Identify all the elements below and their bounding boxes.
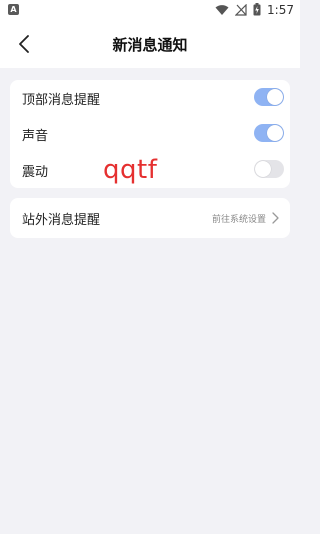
setting-row-top-notification: 顶部消息提醒 bbox=[10, 80, 290, 116]
status-icons: 1:57 bbox=[215, 2, 294, 18]
setting-label: 顶部消息提醒 bbox=[22, 93, 101, 108]
battery-charging-icon bbox=[253, 1, 261, 20]
status-time: 1:57 bbox=[267, 3, 294, 17]
external-notification-row[interactable]: 站外消息提醒 前往系统设置 bbox=[10, 198, 290, 238]
wifi-icon bbox=[215, 1, 229, 20]
page-title: 新消息通知 bbox=[112, 36, 188, 54]
external-notification-label: 站外消息提醒 bbox=[22, 213, 101, 228]
toggle-knob bbox=[255, 161, 271, 177]
chevron-right-icon bbox=[272, 212, 279, 224]
top-notification-toggle[interactable] bbox=[254, 88, 284, 106]
sound-toggle[interactable] bbox=[254, 124, 284, 142]
system-settings-link-text: 前往系统设置 bbox=[211, 215, 266, 225]
header: 新消息通知 bbox=[0, 20, 300, 68]
signal-off-icon bbox=[234, 1, 247, 20]
toggle-knob bbox=[267, 125, 283, 141]
a-app-icon: A bbox=[8, 4, 19, 15]
status-bar: A 1:57 bbox=[0, 0, 300, 20]
setting-label: 声音 bbox=[22, 129, 49, 144]
setting-row-sound: 声音 bbox=[10, 116, 290, 152]
setting-label: 震动 bbox=[22, 165, 49, 180]
toggle-knob bbox=[267, 89, 283, 105]
vibration-toggle[interactable] bbox=[254, 160, 284, 178]
watermark-text: qqtf bbox=[103, 155, 158, 185]
